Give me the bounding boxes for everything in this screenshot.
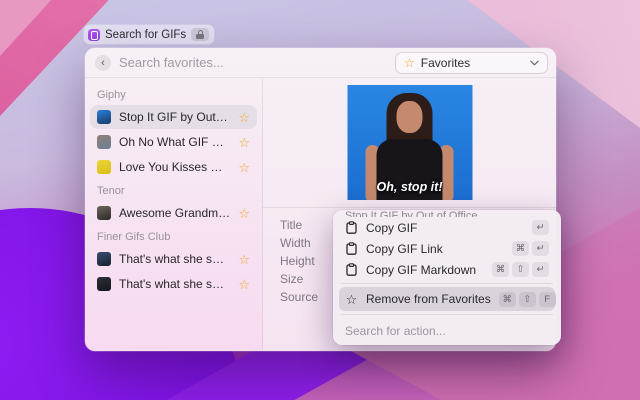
back-button[interactable]: ‹ (95, 55, 111, 71)
sidebar-gif-item[interactable]: Love You Kisses GIF by Ted... ☆ (90, 155, 257, 179)
favorite-star-icon[interactable]: ☆ (238, 111, 250, 124)
star-icon: ☆ (346, 293, 358, 306)
favorites-sidebar: GiphyStop It GIF by Out of Office☆Oh No … (85, 78, 263, 350)
favorite-star-icon[interactable]: ☆ (238, 253, 250, 266)
menubar-command-pill[interactable]: Search for GIFs (84, 25, 214, 44)
sidebar-gif-item[interactable]: Oh No What GIF by Major Le... ☆ (90, 130, 257, 154)
metadata-row: Width (280, 234, 318, 252)
metadata-row: Source (280, 288, 318, 306)
keycap: ⌘ (492, 262, 509, 277)
clipboard-icon (346, 242, 357, 255)
favorite-star-icon[interactable]: ☆ (238, 161, 250, 174)
shortcut-keys: ⌘↵ (512, 241, 549, 256)
gif-item-label: Love You Kisses GIF by Ted... (119, 160, 230, 174)
gif-item-label: Oh No What GIF by Major Le... (119, 135, 230, 149)
gif-item-label: Stop It GIF by Out of Office (119, 110, 230, 124)
metadata-row: Title (280, 216, 318, 234)
metadata-row: Size (280, 270, 318, 288)
sidebar-section-header: Tenor (85, 180, 262, 200)
chevron-down-icon (530, 60, 539, 66)
keycap: ⇧ (512, 262, 529, 277)
action-label: Copy GIF Link (366, 242, 504, 256)
gif-item-label: That's what she said. (119, 252, 230, 266)
keycap: F (539, 292, 556, 307)
gif-metadata: Title Width Height Size Source (280, 216, 318, 306)
detail-divider (263, 207, 556, 208)
action-item[interactable]: Copy GIF ↵ (339, 217, 555, 238)
search-input[interactable] (111, 55, 395, 70)
clipboard-icon (346, 263, 357, 276)
sidebar-section-header: Finer Gifs Club (85, 226, 262, 246)
gif-item-label: That's what she said? (119, 277, 230, 291)
action-panel: Stop It GIF by Out of Office Copy GIF↵Co… (333, 210, 561, 345)
gif-preview: Oh, stop it! (347, 85, 472, 200)
sidebar-gif-item[interactable]: Awesome Grandma GIF ☆ (90, 201, 257, 225)
metadata-label: Size (280, 272, 303, 286)
hotkey-badge (191, 28, 209, 41)
action-label: Copy GIF Markdown (366, 263, 484, 277)
favorites-dropdown-label: Favorites (421, 56, 524, 70)
gif-thumbnail (97, 135, 111, 149)
menubar-command-title: Search for GIFs (105, 29, 186, 41)
gif-thumbnail (97, 206, 111, 220)
action-label: Copy GIF (366, 221, 524, 235)
metadata-row: Height (280, 252, 318, 270)
action-label: Remove from Favorites (366, 292, 491, 306)
gif-thumbnail (97, 160, 111, 174)
sidebar-gif-item[interactable]: That's what she said? ☆ (90, 272, 257, 296)
favorite-star-icon[interactable]: ☆ (238, 207, 250, 220)
gif-item-label: Awesome Grandma GIF (119, 206, 230, 220)
search-bar: ‹ ☆ Favorites (85, 48, 556, 78)
action-panel-title: Stop It GIF by Out of Office (339, 210, 555, 217)
panel-divider (341, 314, 553, 315)
keycap: ↵ (532, 262, 549, 277)
shortcut-keys: ↵ (532, 220, 549, 235)
sidebar-gif-item[interactable]: That's what she said. ☆ (90, 247, 257, 271)
panel-divider (341, 283, 553, 284)
metadata-label: Height (280, 254, 315, 268)
gif-extension-icon (88, 29, 100, 41)
gif-thumbnail (97, 110, 111, 124)
action-search-input[interactable] (339, 318, 555, 340)
keycap: ↵ (532, 220, 549, 235)
favorite-star-icon[interactable]: ☆ (238, 278, 250, 291)
favorites-dropdown[interactable]: ☆ Favorites (395, 52, 548, 74)
lock-icon (196, 30, 204, 39)
clipboard-icon (346, 221, 357, 234)
chevron-left-icon: ‹ (101, 57, 105, 69)
gif-thumbnail (97, 252, 111, 266)
keycap: ⌘ (499, 292, 516, 307)
metadata-label: Source (280, 290, 318, 304)
action-item[interactable]: Copy GIF Link ⌘↵ (339, 238, 555, 259)
keycap: ⇧ (519, 292, 536, 307)
favorite-star-icon[interactable]: ☆ (238, 136, 250, 149)
gif-caption: Oh, stop it! (347, 180, 472, 194)
action-item[interactable]: ☆ Remove from Favorites ⌘⇧F (339, 287, 555, 311)
shortcut-keys: ⌘⇧↵ (492, 262, 549, 277)
keycap: ↵ (532, 241, 549, 256)
metadata-label: Title (280, 218, 302, 232)
metadata-label: Width (280, 236, 311, 250)
shortcut-keys: ⌘⇧F (499, 292, 556, 307)
sidebar-gif-item[interactable]: Stop It GIF by Out of Office ☆ (90, 105, 257, 129)
action-item[interactable]: Copy GIF Markdown ⌘⇧↵ (339, 259, 555, 280)
star-icon: ☆ (404, 57, 415, 69)
sidebar-section-header: Giphy (85, 84, 262, 104)
keycap: ⌘ (512, 241, 529, 256)
gif-thumbnail (97, 277, 111, 291)
